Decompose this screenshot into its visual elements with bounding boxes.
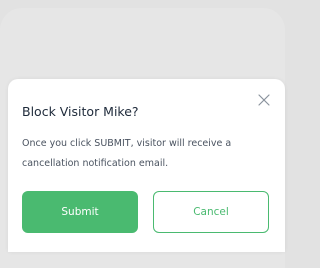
dialog-title: Block Visitor Mike? [22,104,139,119]
submit-button-label: Submit [61,206,99,218]
cancel-button[interactable]: Cancel [153,191,269,233]
block-visitor-dialog: Block Visitor Mike? Once you click SUBMI… [8,79,285,252]
close-icon [258,94,270,106]
cancel-button-label: Cancel [193,206,229,218]
close-button[interactable] [257,92,271,106]
dialog-message: Once you click SUBMIT, visitor will rece… [22,138,232,169]
submit-button[interactable]: Submit [22,191,138,233]
